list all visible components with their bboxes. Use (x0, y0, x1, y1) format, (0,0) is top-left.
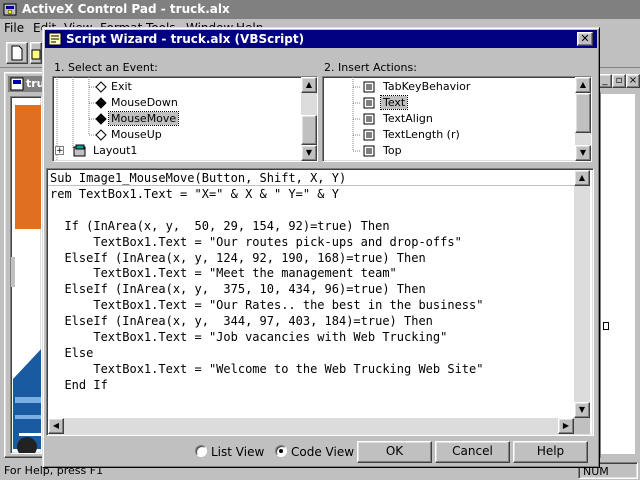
open-folder-icon (31, 49, 41, 60)
script-wizard-icon (48, 32, 62, 46)
open-file-button[interactable] (30, 42, 42, 64)
list-view-radio[interactable] (195, 445, 207, 457)
code-line[interactable]: Else (50, 346, 574, 362)
action-text[interactable]: Text (363, 95, 563, 111)
dialog-title: Script Wizard - truck.alx (VBScript) (66, 32, 305, 46)
event-list-label: 1. Select an Event: (54, 61, 158, 74)
action-tabkeybehavior[interactable]: TabKeyBehavior (363, 79, 563, 95)
code-text[interactable]: Sub Image1_MouseMove(Button, Shift, X, Y… (50, 171, 574, 417)
scroll-down-arrow-icon[interactable]: ▼ (301, 145, 317, 161)
code-line[interactable]: TextBox1.Text = "Welcome to the Web Truc… (50, 362, 574, 378)
right-child-window (600, 92, 640, 458)
event-exit[interactable]: Exit (95, 79, 295, 95)
code-view-radio[interactable] (275, 445, 287, 457)
scroll-up-arrow-icon[interactable]: ▲ (301, 77, 317, 93)
truck-graphic (11, 105, 41, 453)
scroll-left-arrow-icon[interactable]: ◀ (48, 418, 64, 434)
diamond-filled-icon (95, 97, 107, 109)
scroll-thumb[interactable] (575, 93, 591, 133)
code-hscrollbar[interactable]: ◀ ▶ (48, 418, 574, 434)
scroll-thumb[interactable] (301, 115, 317, 145)
code-line[interactable]: Sub Image1_MouseMove(Button, Shift, X, Y… (50, 171, 574, 187)
code-line[interactable]: ElseIf (InArea(x, y, 124, 92, 190, 168)=… (50, 251, 574, 267)
property-icon (363, 145, 375, 157)
property-icon (363, 97, 375, 109)
activex-app-icon (3, 2, 18, 17)
expand-toggle-icon[interactable]: + (55, 146, 64, 156)
close-button[interactable]: ✕ (577, 32, 593, 46)
scroll-up-arrow-icon[interactable]: ▲ (575, 77, 591, 93)
property-icon (363, 129, 375, 141)
child-close-button[interactable]: × (626, 74, 640, 88)
truck-image[interactable] (10, 96, 42, 454)
property-icon (363, 81, 375, 93)
child-minimize-button[interactable]: _ (598, 74, 612, 88)
actions-tree[interactable]: TabKeyBehavior Text TextAlign TextLength… (322, 76, 592, 162)
new-file-button[interactable] (6, 42, 28, 64)
action-textlength[interactable]: TextLength (r) (363, 127, 563, 143)
code-view-label[interactable]: Code View (291, 445, 354, 459)
code-line[interactable]: ElseIf (InArea(x, y, 375, 10, 434, 96)=t… (50, 282, 574, 298)
action-top[interactable]: Top (363, 143, 563, 159)
event-mouseup[interactable]: MouseUp (95, 127, 295, 143)
menu-file[interactable]: File (4, 21, 24, 35)
event-mousemove[interactable]: MouseMove (95, 111, 295, 127)
help-button[interactable]: Help (513, 441, 588, 463)
ok-button[interactable]: OK (357, 441, 432, 463)
layout-object-icon (73, 144, 86, 157)
code-line[interactable]: TextBox1.Text = "Our routes pick-ups and… (50, 235, 574, 251)
scroll-up-arrow-icon[interactable]: ▲ (574, 170, 590, 186)
code-line[interactable]: ElseIf (InArea(x, y, 344, 97, 403, 184)=… (50, 314, 574, 330)
action-textalign[interactable]: TextAlign (363, 111, 563, 127)
diamond-outline-icon (95, 81, 107, 93)
diamond-outline-icon (95, 129, 107, 141)
code-line[interactable] (50, 203, 574, 219)
event-mousedown[interactable]: MouseDown (95, 95, 295, 111)
code-line[interactable]: TextBox1.Text = "Job vacancies with Web … (50, 330, 574, 346)
actions-list-scrollbar[interactable]: ▲ ▼ (575, 77, 591, 161)
code-line[interactable]: End If (50, 378, 574, 394)
event-list-scrollbar[interactable]: ▲ ▼ (301, 77, 317, 161)
code-line[interactable]: TextBox1.Text = "Meet the management tea… (50, 266, 574, 282)
code-vscrollbar[interactable]: ▲ ▼ (574, 170, 590, 418)
diamond-filled-icon (95, 113, 107, 125)
scroll-corner (574, 418, 590, 434)
radio-selected-dot (279, 449, 283, 453)
scroll-down-arrow-icon[interactable]: ▼ (574, 402, 590, 418)
code-line[interactable]: If (InArea(x, y, 50, 29, 154, 92)=true) … (50, 219, 574, 235)
scroll-down-arrow-icon[interactable]: ▼ (575, 145, 591, 161)
layout-doc-icon (10, 77, 24, 91)
scroll-right-arrow-icon[interactable]: ▶ (558, 418, 574, 434)
event-tree[interactable]: Exit MouseDown MouseMove MouseUp + Layou… (52, 76, 318, 162)
child-restore-button[interactable]: ▫ (612, 74, 626, 88)
action-list-label: 2. Insert Actions: (324, 61, 417, 74)
cancel-button[interactable]: Cancel (435, 441, 510, 463)
new-file-icon (11, 45, 23, 61)
app-title: ActiveX Control Pad - truck.alx (22, 2, 230, 16)
object-layout1[interactable]: + Layout1 (55, 143, 295, 159)
property-icon (363, 113, 375, 125)
close-icon: ✕ (580, 32, 590, 45)
list-view-label[interactable]: List View (211, 445, 264, 459)
code-line[interactable]: TextBox1.Text = "Our Rates.. the best in… (50, 298, 574, 314)
code-line[interactable]: rem TextBox1.Text = "X=" & X & " Y=" & Y (50, 187, 574, 203)
